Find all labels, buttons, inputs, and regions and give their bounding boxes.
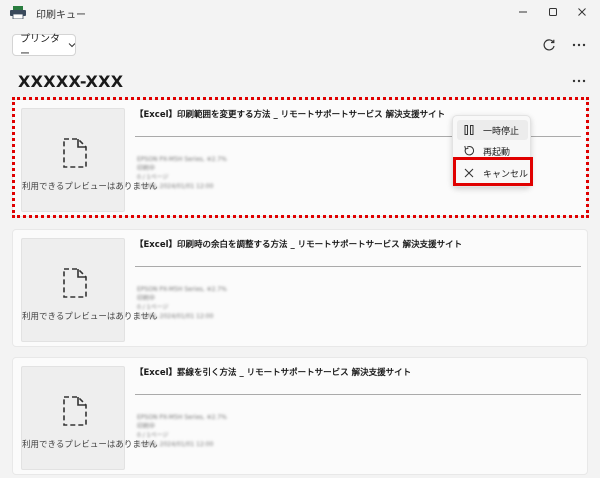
divider [135, 266, 581, 267]
menu-item-label: 再起動 [483, 147, 511, 158]
print-job-card[interactable]: 利用できるプレビューはありません 【Excel】印刷時の余白を調整する方法 _ … [12, 229, 588, 347]
menu-item-cancel[interactable]: キャンセル [457, 163, 528, 183]
minimize-button[interactable] [512, 3, 534, 21]
document-icon [63, 396, 87, 426]
title-bar: 印刷キュー [0, 0, 600, 26]
divider [135, 394, 581, 395]
document-icon [63, 138, 87, 168]
more-options-button[interactable] [570, 36, 588, 54]
job-title: 【Excel】罫線を引く方法 _ リモートサポートサービス 解決支援サイト [135, 368, 412, 378]
printer-app-icon [10, 6, 26, 19]
more-icon [572, 79, 586, 83]
job-preview: 利用できるプレビューはありません [21, 366, 158, 470]
job-context-menu: 一時停止 再起動 キャンセル [452, 115, 531, 187]
job-title: 【Excel】印刷範囲を変更する方法 _ リモートサポートサービス 解決支援サイ… [135, 110, 446, 120]
print-job-card[interactable]: 利用できるプレビューはありません 【Excel】罫線を引く方法 _ リモートサポ… [12, 357, 588, 475]
pause-icon [462, 123, 476, 137]
refresh-button[interactable] [540, 36, 558, 54]
no-preview-text: 利用できるプレビューはありません [22, 312, 158, 322]
menu-item-pause[interactable]: 一時停止 [457, 120, 528, 140]
printer-dropdown-label: プリンター [20, 34, 60, 60]
no-preview-text: 利用できるプレビューはありません [22, 182, 158, 192]
menu-item-label: キャンセル [483, 169, 529, 180]
job-details: EPSON PX-M5H Series, ※2.7% 印刷中 0 / 1ページ 1.2… [137, 156, 227, 190]
menu-item-restart[interactable]: 再起動 [457, 141, 528, 161]
maximize-button[interactable] [542, 3, 564, 21]
window-title: 印刷キュー [36, 10, 86, 21]
minimize-icon [519, 11, 527, 13]
document-icon [63, 268, 87, 298]
job-preview: 利用できるプレビューはありません [21, 108, 158, 212]
maximize-icon [549, 8, 557, 16]
restart-icon [462, 144, 476, 158]
close-icon [462, 166, 476, 180]
refresh-icon [543, 39, 555, 51]
queue-more-button[interactable] [570, 74, 588, 88]
chevron-down-icon [68, 43, 75, 48]
job-title: 【Excel】印刷時の余白を調整する方法 _ リモートサポートサービス 解決支援… [135, 240, 463, 250]
close-window-button[interactable] [571, 3, 593, 21]
job-preview: 利用できるプレビューはありません [21, 238, 158, 342]
menu-item-label: 一時停止 [483, 126, 520, 137]
job-details: EPSON PX-M5H Series, ※2.7% 印刷中 0 / 1ページ 1.2… [137, 286, 227, 320]
close-window-icon [578, 8, 586, 16]
more-icon [572, 43, 586, 47]
printer-dropdown[interactable]: プリンター [12, 34, 76, 60]
no-preview-text: 利用できるプレビューはありません [22, 440, 158, 450]
printer-name-title: XXXXX-XXX [18, 72, 124, 91]
job-details: EPSON PX-M5H Series, ※2.7% 印刷中 0 / 1ページ 1.2… [137, 414, 227, 448]
